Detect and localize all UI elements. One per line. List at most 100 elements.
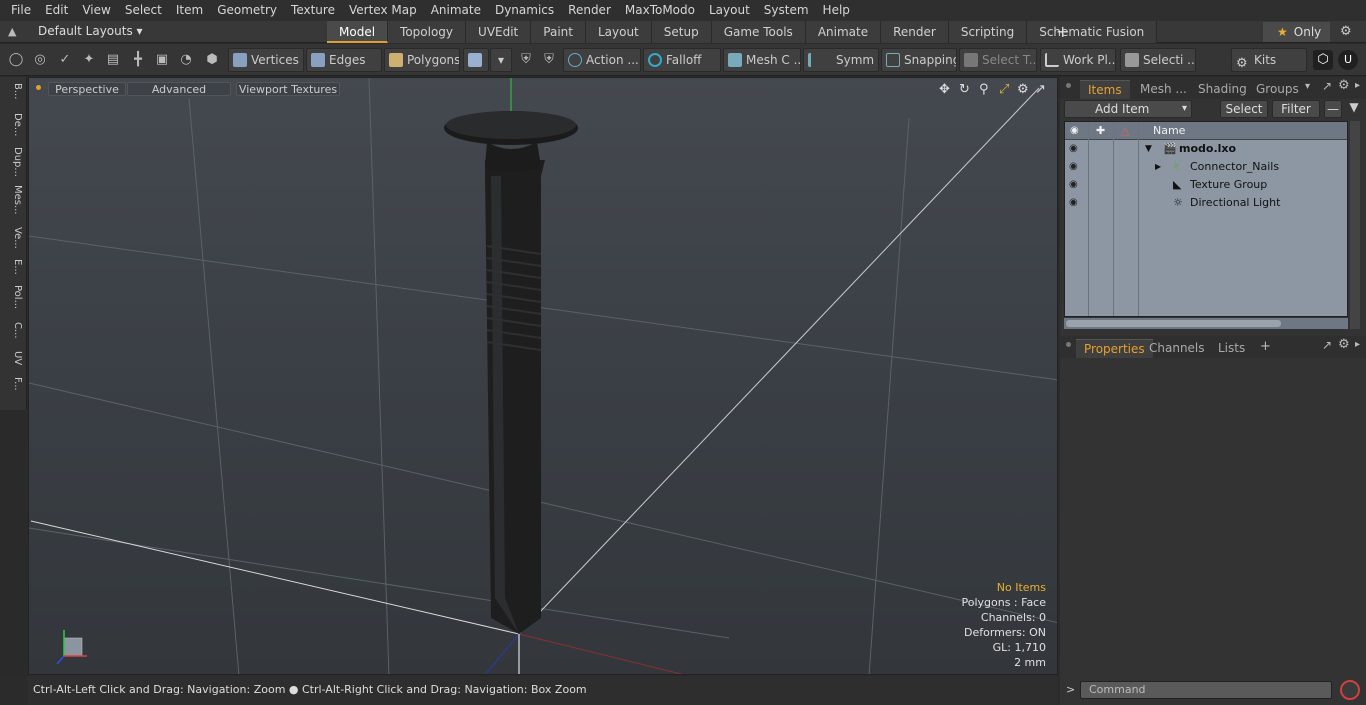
- properties-gear-icon[interactable]: ⚙: [1338, 337, 1350, 352]
- rotate-view-icon[interactable]: ↻: [959, 82, 970, 97]
- viewport-expand-icon[interactable]: ↗: [1035, 82, 1046, 97]
- action-center-button[interactable]: Action ...: [563, 48, 641, 72]
- mesh-constraint-button[interactable]: Mesh C ...: [723, 48, 801, 72]
- tab-shading[interactable]: Shading: [1190, 80, 1255, 99]
- menu-system[interactable]: System: [757, 0, 816, 21]
- menu-help[interactable]: Help: [816, 0, 857, 21]
- layout-home-icon[interactable]: ▲: [8, 25, 22, 39]
- move-view-icon[interactable]: ✥: [939, 82, 950, 97]
- select-button[interactable]: Select: [1220, 100, 1268, 118]
- menu-view[interactable]: View: [75, 0, 117, 21]
- left-tab-mesh-edit[interactable]: Mes...: [3, 185, 23, 215]
- menu-maxtomodo[interactable]: MaxToModo: [618, 0, 702, 21]
- kits-button[interactable]: ⚙ Kits: [1231, 48, 1307, 72]
- frame-icon[interactable]: ▣: [152, 50, 172, 70]
- menu-texture[interactable]: Texture: [284, 0, 342, 21]
- add-item-button[interactable]: Add Item ▾: [1064, 100, 1192, 118]
- panel-arrow-icon[interactable]: ▸: [1355, 80, 1360, 91]
- advanced-button[interactable]: Advanced: [127, 82, 231, 96]
- align-icon[interactable]: ▤: [103, 50, 123, 70]
- tree-row-connector-nails[interactable]: ◉ ▶ ᛋ Connector_Nails: [1065, 158, 1347, 176]
- tab-scripting[interactable]: Scripting: [948, 21, 1028, 43]
- tab-layout[interactable]: Layout: [585, 21, 652, 43]
- gear-icon[interactable]: ⚙: [1340, 24, 1352, 39]
- tab-mesh[interactable]: Mesh ...: [1132, 80, 1195, 99]
- left-tab-polygon[interactable]: Pol...: [3, 285, 23, 309]
- tree-row-directional-light[interactable]: ◉ ☼ Directional Light: [1065, 194, 1347, 212]
- eye-icon[interactable]: ◉: [1069, 144, 1081, 154]
- scrollbar-thumb[interactable]: [1066, 320, 1281, 327]
- tab-paint[interactable]: Paint: [531, 21, 586, 43]
- menu-geometry[interactable]: Geometry: [210, 0, 284, 21]
- left-tab-deform[interactable]: De...: [3, 113, 23, 136]
- menu-render[interactable]: Render: [561, 0, 618, 21]
- zoom-view-icon[interactable]: ⚲: [979, 82, 989, 97]
- eye-icon[interactable]: ◉: [1069, 198, 1081, 208]
- menu-animate[interactable]: Animate: [424, 0, 488, 21]
- 3d-viewport[interactable]: Perspective Advanced Viewport Textures ✥…: [28, 77, 1058, 675]
- globe-icon[interactable]: ◎: [30, 50, 50, 70]
- panel-gear-icon[interactable]: ⚙: [1338, 78, 1350, 93]
- layout-selector[interactable]: Default Layouts ▾: [38, 24, 143, 38]
- left-tab-vertex[interactable]: Ve...: [3, 227, 23, 249]
- menu-dynamics[interactable]: Dynamics: [488, 0, 561, 21]
- selection-sets-button[interactable]: Selecti ...: [1120, 48, 1196, 72]
- perspective-button[interactable]: Perspective: [48, 82, 126, 96]
- viewport-textures-button[interactable]: Viewport Textures: [236, 82, 340, 96]
- left-tab-fusion[interactable]: F...: [3, 377, 23, 391]
- snapping-button[interactable]: Snapping: [881, 48, 957, 72]
- tree-vertical-scrollbar[interactable]: [1350, 121, 1360, 329]
- tab-uvedit[interactable]: UVEdit: [466, 21, 532, 43]
- viewport-menu-dot-icon[interactable]: [36, 85, 41, 90]
- tab-items[interactable]: Items: [1080, 80, 1130, 99]
- vertices-button[interactable]: Vertices: [228, 48, 304, 72]
- polygons-button[interactable]: Polygons: [384, 48, 460, 72]
- tree-row-modo-lxo[interactable]: ◉ ▼ 🎬 modo.lxo: [1065, 140, 1347, 158]
- left-tab-curve[interactable]: C...: [3, 322, 23, 339]
- sphere-icon[interactable]: ◔: [176, 50, 196, 70]
- circle-select-icon[interactable]: ◯: [6, 50, 26, 70]
- properties-dot-icon[interactable]: [1066, 342, 1071, 347]
- brush-icon[interactable]: ✦: [79, 50, 99, 70]
- menu-layout[interactable]: Layout: [702, 0, 757, 21]
- tree-row-texture-group[interactable]: ◉ ◣ Texture Group: [1065, 176, 1347, 194]
- tabs-dropdown-icon[interactable]: ▾: [1305, 81, 1310, 92]
- unity-icon[interactable]: ⬡: [1313, 50, 1333, 70]
- tab-topology[interactable]: Topology: [388, 21, 467, 43]
- panel-expand-icon[interactable]: ↗: [1322, 79, 1332, 93]
- filter-button[interactable]: Filter: [1272, 100, 1320, 118]
- eye-icon[interactable]: ◉: [1069, 180, 1081, 190]
- menu-vertex-map[interactable]: Vertex Map: [342, 0, 424, 21]
- items-panel-dot-icon[interactable]: [1066, 83, 1071, 88]
- add-tab-icon[interactable]: +: [1056, 21, 1069, 43]
- maximize-view-icon[interactable]: ⤢: [999, 82, 1009, 97]
- tab-lists[interactable]: Lists: [1210, 339, 1253, 358]
- tab-animate[interactable]: Animate: [805, 21, 882, 43]
- left-tab-edge[interactable]: E...: [3, 259, 23, 275]
- menu-item[interactable]: Item: [169, 0, 210, 21]
- shield-check-icon[interactable]: ⛨: [539, 50, 559, 70]
- viewport-settings-icon[interactable]: ⚙: [1017, 82, 1029, 97]
- properties-expand-icon[interactable]: ↗: [1322, 338, 1332, 352]
- record-icon[interactable]: [1340, 680, 1360, 700]
- mesh-item-icon[interactable]: ⬢: [202, 50, 222, 70]
- eye-icon[interactable]: ◉: [1069, 162, 1081, 172]
- left-tab-uv[interactable]: UV: [3, 351, 23, 365]
- tree-horizontal-scrollbar[interactable]: [1064, 318, 1348, 329]
- unreal-icon[interactable]: U: [1338, 50, 1358, 70]
- symmetry-button[interactable]: Symm ...: [803, 48, 879, 72]
- menu-select[interactable]: Select: [118, 0, 169, 21]
- work-plane-button[interactable]: Work Pl...: [1040, 48, 1116, 72]
- only-toggle[interactable]: ★ Only: [1263, 22, 1330, 42]
- tab-channels[interactable]: Channels: [1141, 339, 1213, 358]
- add-properties-tab-icon[interactable]: +: [1260, 339, 1271, 354]
- falloff-button[interactable]: Falloff: [643, 48, 721, 72]
- tab-schematic-fusion[interactable]: Schematic Fusion: [1027, 21, 1158, 43]
- material-mode-button[interactable]: [463, 48, 489, 72]
- edges-button[interactable]: Edges: [306, 48, 382, 72]
- left-tab-duplicate[interactable]: Dup...: [3, 147, 23, 177]
- tab-game-tools[interactable]: Game Tools: [711, 21, 806, 43]
- menu-edit[interactable]: Edit: [38, 0, 75, 21]
- command-input[interactable]: Command: [1080, 681, 1332, 699]
- properties-arrow-icon[interactable]: ▸: [1355, 339, 1360, 350]
